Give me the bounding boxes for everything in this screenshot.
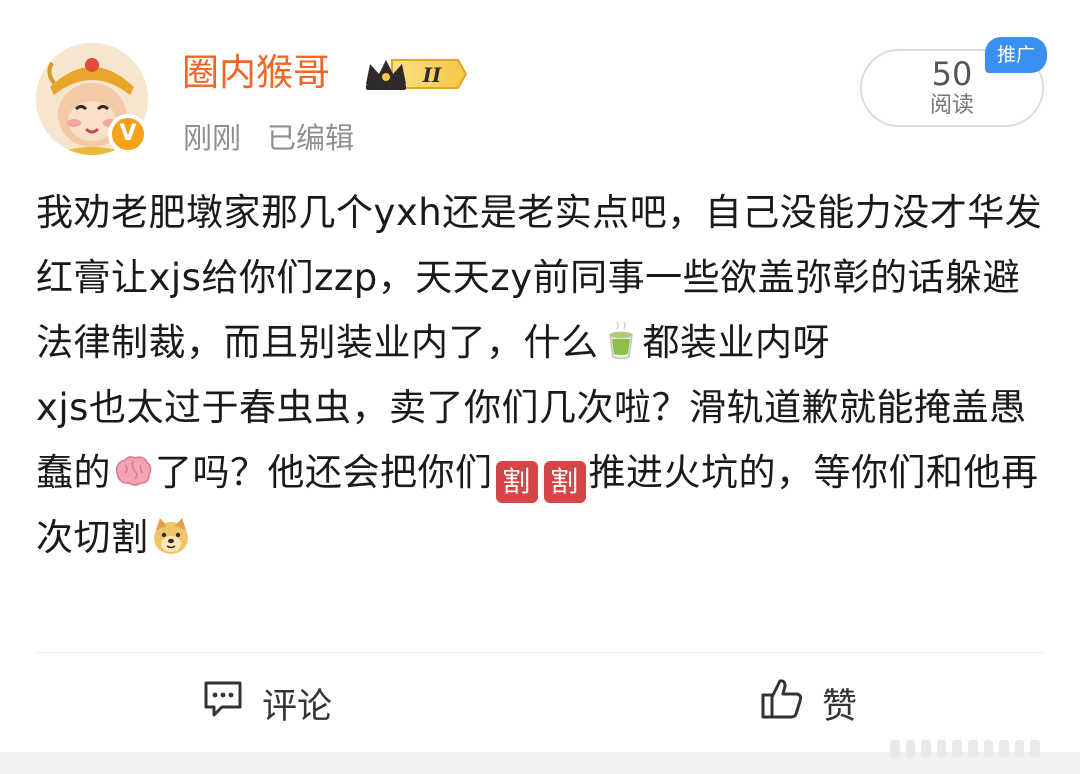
edited-label[interactable]: 已编辑 <box>267 121 354 155</box>
thumbs-up-icon <box>760 677 804 730</box>
post-meta: 刚刚 已编辑 <box>183 118 354 158</box>
body-text: 了吗？他还会把你们 <box>155 451 493 494</box>
post-time: 刚刚 <box>183 121 242 155</box>
comment-icon <box>202 679 244 728</box>
read-label: 阅读 <box>929 93 974 118</box>
cut-emoji: 割 <box>495 461 538 503</box>
post-card: V 圈内猴哥 II 刚刚 已编辑 50 阅读 推广 我劝老肥墩家那几个yxh还是老… <box>0 0 1080 774</box>
promotion-tag: 推广 <box>985 37 1047 73</box>
post-paragraph: 我劝老肥墩家那几个yxh还是老实点吧，自己没能力没才华发红膏让xjs给你们zzp… <box>36 180 1056 375</box>
body-text: 都装业内呀 <box>642 321 830 364</box>
like-button[interactable]: 赞 <box>760 678 857 728</box>
comment-label: 评论 <box>262 686 333 727</box>
divider <box>36 652 1044 653</box>
brain-emoji-icon <box>115 456 152 486</box>
scroll-indicator <box>890 740 1040 758</box>
tea-cup-emoji-icon <box>608 321 633 360</box>
crown-badge-icon[interactable]: II <box>362 54 468 94</box>
doge-emoji-icon <box>153 518 188 554</box>
body-text: 我劝老肥墩家那几个yxh还是老实点吧，自己没能力没才华发红膏让xjs给你们zzp… <box>36 191 1043 364</box>
comment-button[interactable]: 评论 <box>202 678 332 728</box>
post-body: 我劝老肥墩家那几个yxh还是老实点吧，自己没能力没才华发红膏让xjs给你们zzp… <box>36 180 1056 570</box>
badge-level-text: II <box>422 63 442 87</box>
post-paragraph: xjs也太过于春虫虫，卖了你们几次啦？滑轨道歉就能掩盖愚蠢的 了吗？他还会把你们… <box>36 375 1056 570</box>
author-name[interactable]: 圈内猴哥 <box>182 47 330 99</box>
verified-icon: V <box>108 114 148 154</box>
like-label: 赞 <box>822 686 858 727</box>
cut-emoji: 割 <box>543 461 586 503</box>
